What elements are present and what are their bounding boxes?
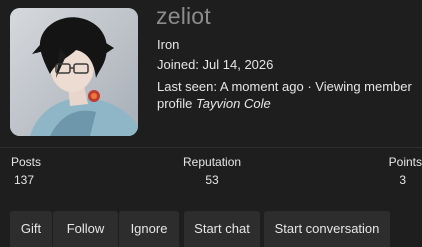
viewed-member-link[interactable]: Tayvion Cole bbox=[196, 96, 271, 111]
last-seen: Last seen: A moment ago · Viewing member… bbox=[157, 78, 419, 112]
gift-button[interactable]: Gift bbox=[10, 211, 52, 247]
stat-posts-value: 137 bbox=[14, 173, 35, 187]
stat-posts-label: Posts bbox=[11, 155, 42, 169]
avatar[interactable] bbox=[10, 8, 138, 136]
stat-points-value: 3 bbox=[399, 173, 406, 187]
user-title: Iron bbox=[157, 37, 180, 52]
stat-points[interactable]: Points 3 bbox=[389, 155, 422, 187]
stat-points-label: Points bbox=[388, 155, 422, 169]
stats-row: Posts 137 Reputation 53 Points 3 bbox=[0, 155, 422, 195]
start-chat-button[interactable]: Start chat bbox=[184, 211, 260, 247]
stat-posts[interactable]: Posts 137 bbox=[11, 155, 41, 187]
username[interactable]: zeliot bbox=[156, 3, 211, 30]
avatar-image bbox=[10, 8, 138, 136]
stat-reputation-value: 53 bbox=[205, 173, 219, 187]
profile-header: zeliot Iron Joined: Jul 14, 2026 Last se… bbox=[0, 0, 422, 147]
stat-reputation-label: Reputation bbox=[183, 155, 242, 169]
ignore-button[interactable]: Ignore bbox=[119, 211, 179, 247]
stat-reputation[interactable]: Reputation 53 bbox=[183, 155, 241, 187]
divider bbox=[0, 147, 422, 148]
joined-date: Joined: Jul 14, 2026 bbox=[157, 57, 274, 72]
start-conversation-button[interactable]: Start conversation bbox=[264, 211, 390, 247]
follow-button[interactable]: Follow bbox=[53, 211, 118, 247]
